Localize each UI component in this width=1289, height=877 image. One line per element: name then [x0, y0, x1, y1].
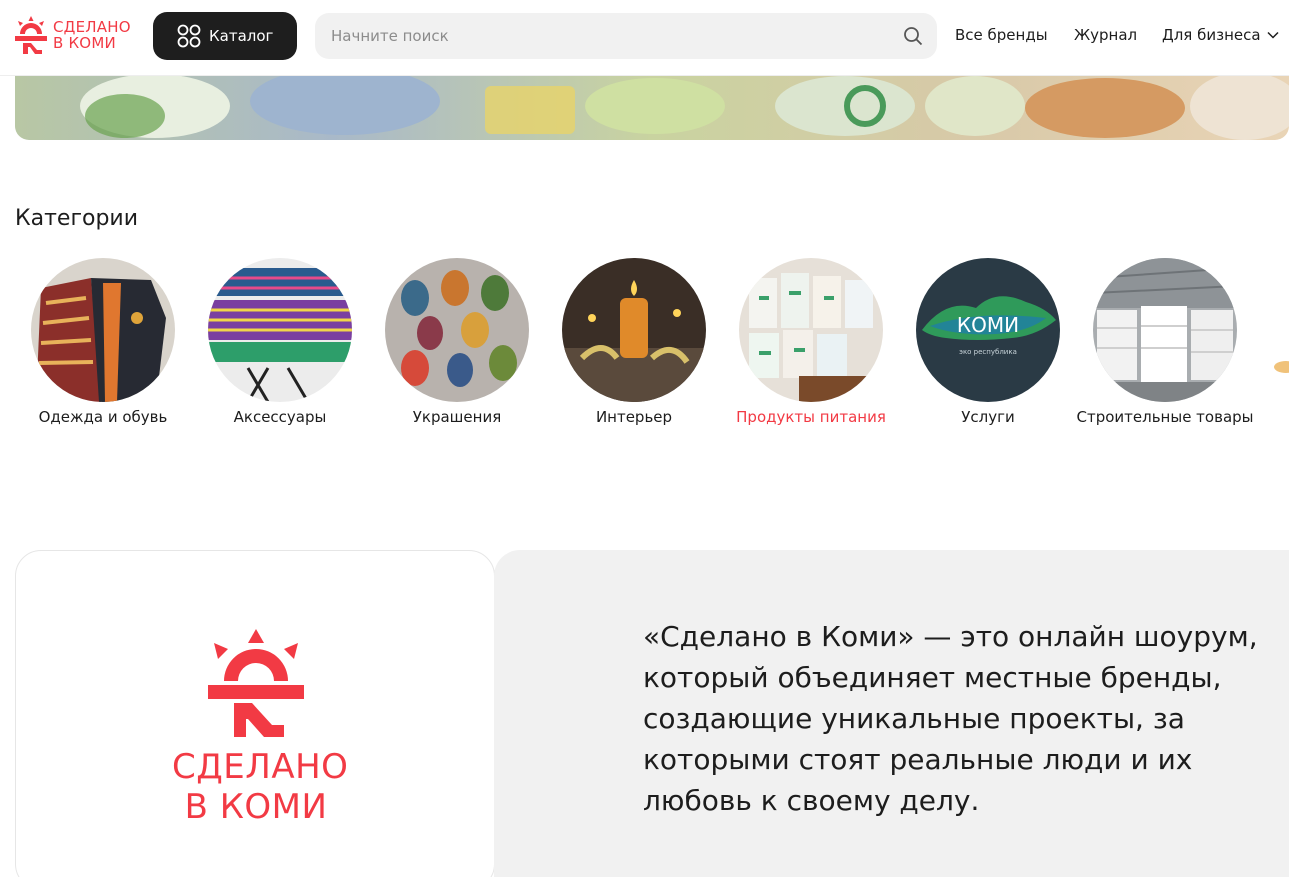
category-image: [739, 258, 883, 402]
category-accessories[interactable]: Аксессуары: [191, 258, 369, 426]
promo-banner[interactable]: [15, 76, 1289, 140]
category-label: Продукты питания: [736, 408, 886, 426]
category-label: Аксессуары: [233, 408, 327, 426]
category-label: Строительные товары: [1076, 408, 1254, 426]
category-image: [385, 258, 529, 402]
sun-logo-icon: [15, 16, 47, 54]
nav-for-business-label: Для бизнеса: [1162, 26, 1261, 44]
category-image: [208, 258, 352, 402]
nav-all-brands[interactable]: Все бренды: [955, 26, 1048, 44]
search-bar[interactable]: [315, 13, 937, 59]
site-header: СДЕЛАНО В КОМИ Каталог Все бренды Журнал…: [0, 0, 1289, 76]
banner-image: [15, 76, 1289, 140]
logo-text: СДЕЛАНО В КОМИ: [53, 19, 131, 51]
category-image: [31, 258, 175, 402]
category-image: [1093, 258, 1237, 402]
nav-for-business[interactable]: Для бизнеса: [1162, 26, 1279, 44]
catalog-label: Каталог: [209, 27, 274, 45]
logo-line-1: СДЕЛАНО: [53, 18, 131, 36]
catalog-button[interactable]: Каталог: [153, 12, 297, 60]
services-badge-sub: эко республика: [959, 348, 1017, 356]
category-label: Интерьер: [595, 408, 673, 426]
brand-logo-text: СДЕЛАНО В КОМИ: [172, 747, 349, 827]
search-icon[interactable]: [903, 26, 923, 46]
about-panel: «Сделано в Коми» — это онлайн шоурум, ко…: [494, 550, 1289, 877]
category-interior[interactable]: Интерьер: [545, 258, 723, 426]
category-jewelry[interactable]: Украшения: [368, 258, 546, 426]
category-image: КОМИ эко республика: [916, 258, 1060, 402]
grid-icon: [177, 24, 201, 48]
about-text: «Сделано в Коми» — это онлайн шоурум, ко…: [643, 620, 1258, 817]
category-label: Услуги: [961, 408, 1015, 426]
services-badge-word: КОМИ: [957, 313, 1019, 337]
category-label: Украшения: [412, 408, 502, 426]
chevron-down-icon: [1267, 31, 1279, 39]
logo-line-2: В КОМИ: [53, 34, 116, 52]
category-image: [562, 258, 706, 402]
category-construction[interactable]: Строительные товары: [1076, 258, 1254, 426]
category-label: Одежда и обувь: [38, 408, 168, 426]
site-logo[interactable]: СДЕЛАНО В КОМИ: [15, 16, 131, 54]
brand-logo-line-2: В КОМИ: [184, 787, 328, 827]
search-input[interactable]: [331, 27, 903, 45]
categories-title: Категории: [15, 206, 139, 231]
brand-logo-line-1: СДЕЛАНО: [172, 747, 349, 787]
categories-carousel: Одежда и обувь Аксессуары Украшения Инте…: [0, 258, 1289, 438]
brand-logo-card: СДЕЛАНО В КОМИ: [15, 550, 495, 877]
category-food[interactable]: Продукты питания: [722, 258, 900, 426]
category-services[interactable]: КОМИ эко республика Услуги: [899, 258, 1077, 426]
category-clothing[interactable]: Одежда и обувь: [14, 258, 192, 426]
nav-journal[interactable]: Журнал: [1074, 26, 1137, 44]
next-category-peek[interactable]: [1272, 358, 1289, 376]
